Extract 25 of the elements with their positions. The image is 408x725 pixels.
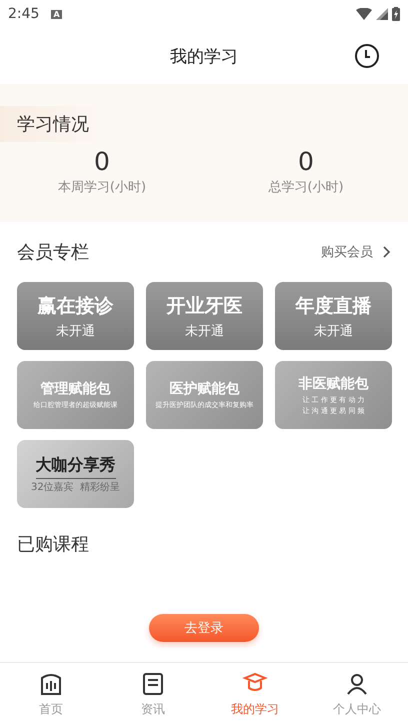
tab-item[interactable]: 资讯: [102, 663, 204, 725]
course-card[interactable]: 年度直播 未开通: [275, 282, 392, 350]
course-card[interactable]: 赢在接诊 未开通: [17, 282, 134, 350]
page-title: 我的学习: [170, 46, 238, 68]
tab-item[interactable]: 个人中心: [306, 663, 408, 725]
chevron-right-icon: [383, 246, 391, 258]
signal-icon: [376, 8, 388, 20]
section-title: 会员专栏: [17, 241, 89, 264]
stat-value: 0: [298, 146, 314, 178]
buy-membership-link[interactable]: 购买会员: [321, 243, 391, 261]
status-time: 2:45: [8, 6, 40, 22]
stat-label: 本周学习(小时): [58, 179, 146, 196]
tab-item[interactable]: 我的学习: [204, 663, 306, 725]
wifi-icon: [356, 8, 372, 20]
clock-icon: [354, 43, 380, 69]
notification-icon: A: [51, 10, 62, 18]
course-card[interactable]: 开业牙医 未开通: [146, 282, 263, 350]
course-card[interactable]: 大咖分享秀 32位嘉宾 精彩纷呈: [17, 440, 134, 508]
tab-item[interactable]: 首页: [0, 663, 102, 725]
stat-value: 0: [94, 146, 110, 178]
history-button[interactable]: [354, 43, 380, 69]
stat-label: 总学习(小时): [268, 179, 344, 196]
section-title: 已购课程: [17, 533, 89, 556]
login-button[interactable]: 去登录: [149, 614, 259, 642]
battery-icon: [392, 7, 400, 21]
